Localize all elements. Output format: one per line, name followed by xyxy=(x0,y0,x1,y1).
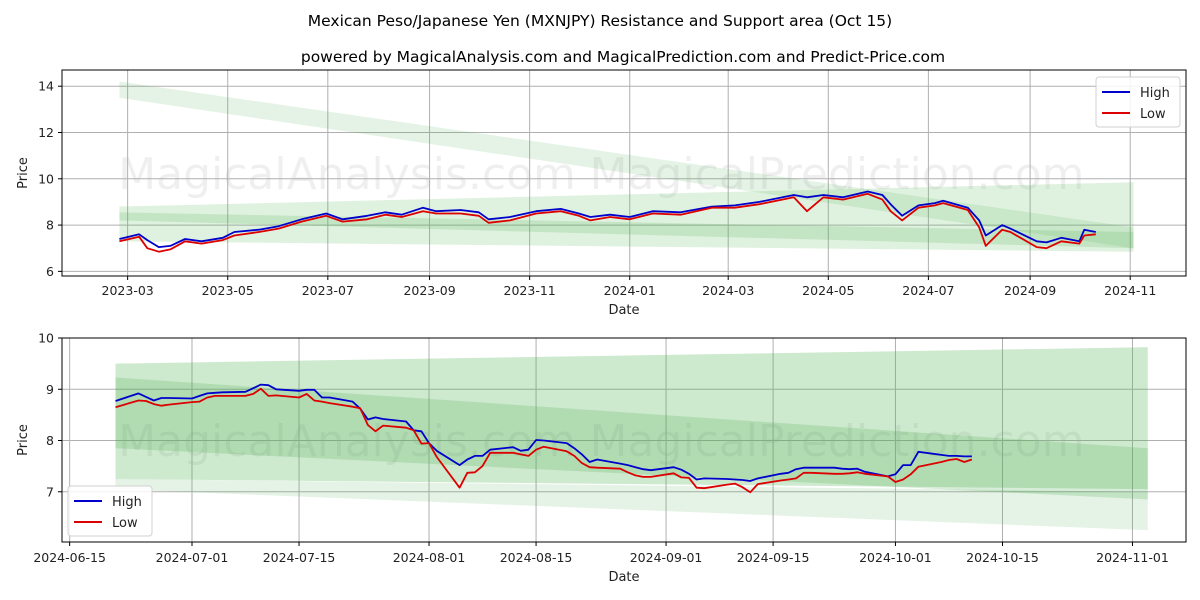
x-tick-label: 2023-11 xyxy=(504,283,556,298)
x-tick-label: 2024-09 xyxy=(1004,283,1056,298)
y-tick-label: 7 xyxy=(46,484,54,499)
legend-box xyxy=(67,485,153,537)
x-tick-label: 2023-07 xyxy=(302,283,354,298)
legend-label-low: Low xyxy=(1140,107,1166,122)
y-tick-label: 10 xyxy=(38,331,54,346)
x-axis-label: Date xyxy=(608,303,639,318)
y-tick-label: 14 xyxy=(38,79,54,94)
x-tick-label: 2024-05 xyxy=(802,283,854,298)
y-tick-label: 10 xyxy=(38,171,54,186)
x-tick-label: 2024-03 xyxy=(702,283,754,298)
y-tick-label: 6 xyxy=(46,264,54,279)
legend: High Low xyxy=(67,485,153,537)
x-axis-label: Date xyxy=(608,570,639,585)
x-tick-label: 2024-07 xyxy=(902,283,954,298)
chart-title: Mexican Peso/Japanese Yen (MXNJPY) Resis… xyxy=(308,12,892,30)
x-tick-label: 2023-03 xyxy=(102,283,154,298)
x-tick-label: 2023-09 xyxy=(403,283,455,298)
x-tick-label: 2024-10-15 xyxy=(966,550,1039,565)
top-chart: MagicalAnalysis.com MagicalPrediction.com… xyxy=(16,69,1187,318)
x-tick-label: 2024-09-15 xyxy=(737,550,810,565)
bottom-chart: MagicalAnalysis.com MagicalPrediction.com… xyxy=(16,331,1187,585)
legend: High Low xyxy=(1095,76,1181,128)
x-tick-label: 2024-08-01 xyxy=(393,550,466,565)
legend-label-low: Low xyxy=(112,516,138,531)
x-tick-label: 2023-05 xyxy=(202,283,254,298)
x-tick-label: 2024-08-15 xyxy=(500,550,573,565)
chart-subtitle: powered by MagicalAnalysis.com and Magic… xyxy=(301,48,945,66)
y-axis-label: Price xyxy=(16,424,31,456)
x-tick-label: 2024-06-15 xyxy=(33,550,106,565)
x-tick-label: 2024-07-15 xyxy=(263,550,336,565)
figure: Mexican Peso/Japanese Yen (MXNJPY) Resis… xyxy=(16,12,1187,585)
y-axis-label: Price xyxy=(16,157,31,189)
x-tick-label: 2024-11 xyxy=(1104,283,1156,298)
y-tick-label: 9 xyxy=(46,382,54,397)
x-tick-label: 2024-11-01 xyxy=(1096,550,1169,565)
legend-box xyxy=(1095,76,1181,128)
x-tick-label: 2024-10-01 xyxy=(859,550,932,565)
x-tick-label: 2024-07-01 xyxy=(156,550,229,565)
legend-label-high: High xyxy=(1140,86,1170,101)
legend-label-high: High xyxy=(112,495,142,510)
x-tick-label: 2024-09-01 xyxy=(630,550,703,565)
x-tick-label: 2024-01 xyxy=(604,283,656,298)
bands xyxy=(115,347,1148,531)
watermark: MagicalAnalysis.com xyxy=(118,149,576,200)
y-tick-label: 8 xyxy=(46,218,54,233)
y-tick-label: 8 xyxy=(46,433,54,448)
y-tick-label: 12 xyxy=(38,125,54,140)
